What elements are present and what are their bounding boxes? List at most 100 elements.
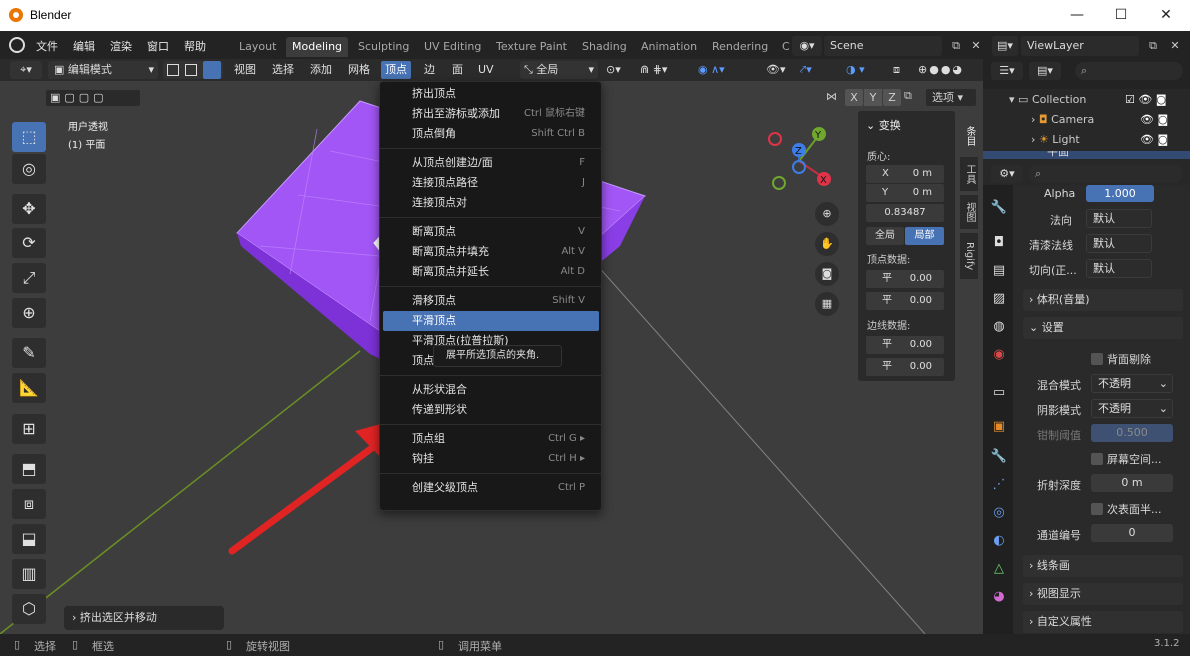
transform-orientation-dropdown[interactable]: ⤡ 全局 ▾ <box>520 61 598 79</box>
menu-item[interactable]: 连接顶点对 <box>383 193 599 213</box>
menu-item[interactable]: 连接顶点路径 J <box>383 173 599 193</box>
knife-tool-icon[interactable]: ⬡ <box>12 594 46 624</box>
volume-section-header[interactable]: › 体积(音量) <box>1023 289 1183 311</box>
zoom-icon[interactable]: ⊕ <box>815 202 839 226</box>
light-controls[interactable]: 👁 ◙ <box>1140 133 1168 146</box>
tab-animation[interactable]: Animation <box>635 37 703 57</box>
tangent-field[interactable]: 默认 <box>1086 259 1152 278</box>
tab-sculpting[interactable]: Sculpting <box>352 37 415 57</box>
world-props-icon[interactable]: ◉ <box>988 344 1010 366</box>
navigation-gizmo[interactable]: Y Z X <box>762 125 842 205</box>
menu-item[interactable]: 断离顶点并延长 Alt D <box>383 262 599 282</box>
global-toggle[interactable]: 全局 <box>866 227 904 245</box>
median-x-field[interactable]: X 0 m <box>866 165 944 183</box>
outliner-item-camera[interactable]: › ◘ Camera <box>1031 113 1094 126</box>
material-props-icon[interactable]: ◕ <box>988 586 1010 608</box>
menu-item[interactable]: 断离顶点 V <box>383 222 599 242</box>
measure-tool-icon[interactable]: 📐 <box>12 373 46 403</box>
menu-item[interactable]: 顶点倒角 Shift Ctrl B <box>383 124 599 144</box>
settings-section-header[interactable]: ⌄ 设置 <box>1023 317 1183 339</box>
mode-dropdown[interactable]: ▣ 编辑模式 ▾ <box>48 61 158 79</box>
snap-icon[interactable]: ⋒ ⋕▾ <box>640 61 690 79</box>
viewlayer-field[interactable]: ViewLayer <box>1021 36 1139 56</box>
normal-field[interactable]: 默认 <box>1086 209 1152 228</box>
add-cube-tool-icon[interactable]: ⊞ <box>12 414 46 444</box>
menu-item[interactable]: 钩挂 Ctrl H <box>383 449 599 469</box>
menu-item[interactable]: 从形状混合 <box>383 380 599 400</box>
vertex-select-icon[interactable] <box>167 64 179 76</box>
collection-controls[interactable]: ☑ 👁 ◙ <box>1125 93 1167 106</box>
edge-mean-field-1[interactable]: 平 0.00 <box>866 336 944 354</box>
vertex-mean-field-2[interactable]: 平 0.00 <box>866 292 944 310</box>
last-operator-panel[interactable]: › 挤出选区并移动 <box>64 606 224 630</box>
menu-item[interactable]: 传递到形状 <box>383 400 599 420</box>
grid-view-icon[interactable]: ▦ <box>815 292 839 316</box>
properties-search-input[interactable]: ⌕ <box>1029 165 1183 183</box>
outliner-editor-icon[interactable]: ☰▾ <box>991 62 1023 80</box>
menu-item[interactable]: 挤出至游标或添加 Ctrl 鼠标右键 <box>383 104 599 124</box>
header-menu-face[interactable]: 面 <box>448 61 467 79</box>
mirror-icon[interactable]: ⋈ <box>826 90 840 106</box>
refraction-field[interactable]: 0 m <box>1091 474 1173 492</box>
median-z-field[interactable]: 0.83487 <box>866 204 944 222</box>
menu-file[interactable]: 文件 <box>36 38 58 54</box>
proportional-edit-icon[interactable]: ◉ ∧▾ <box>698 61 748 79</box>
scene-props-icon[interactable]: ◍ <box>988 316 1010 338</box>
close-scene-icon[interactable]: ✕ <box>968 36 984 56</box>
render-props-icon[interactable]: ◘ <box>988 232 1010 254</box>
menu-item[interactable]: 挤出顶点 <box>383 84 599 104</box>
inset-tool-icon[interactable]: ⧈ <box>12 489 46 519</box>
collection-props-icon[interactable]: ▭ <box>988 382 1010 404</box>
clip-slider[interactable]: 0.500 <box>1091 424 1173 442</box>
visibility-icon[interactable]: 👁▾ <box>766 61 796 79</box>
header-menu-vertex[interactable]: 顶点 <box>381 61 411 79</box>
extrude-tool-icon[interactable]: ⬒ <box>12 454 46 484</box>
alpha-slider[interactable]: 1.000 <box>1086 185 1154 202</box>
subsurface-checkbox[interactable] <box>1091 503 1103 515</box>
viewlayer-icon[interactable]: ▤▾ <box>992 36 1018 56</box>
menu-item[interactable]: 平滑顶点 <box>383 311 599 331</box>
view-layer-props-icon[interactable]: ▨ <box>988 288 1010 310</box>
menu-item[interactable]: 顶点组 Ctrl G <box>383 429 599 449</box>
select-mode-buttons[interactable]: ▣▢▢▢ <box>46 90 140 106</box>
screen-space-checkbox[interactable] <box>1091 453 1103 465</box>
blender-menu-icon[interactable] <box>9 37 25 53</box>
scale-tool-icon[interactable]: ⤢ <box>12 263 46 293</box>
menu-window[interactable]: 窗口 <box>147 38 169 54</box>
axis-x-toggle[interactable]: X <box>845 89 863 106</box>
output-props-icon[interactable]: ▤ <box>988 260 1010 282</box>
pass-field[interactable]: 0 <box>1091 524 1173 542</box>
overlay-toggle-icon[interactable]: ◑ ▾ <box>846 61 886 79</box>
blend-dropdown[interactable]: 不透明 ⌄ <box>1091 374 1173 393</box>
tab-texture-paint[interactable]: Texture Paint <box>490 37 573 57</box>
bevel-tool-icon[interactable]: ⬓ <box>12 524 46 554</box>
xray-icon[interactable]: ⧈ <box>893 61 911 79</box>
tab-tool[interactable]: 工具 <box>960 157 978 191</box>
median-y-field[interactable]: Y 0 m <box>866 184 944 202</box>
object-props-icon[interactable]: ▣ <box>988 416 1010 438</box>
constraint-props-icon[interactable]: ◐ <box>988 530 1010 552</box>
tab-shading[interactable]: Shading <box>576 37 633 57</box>
menu-edit[interactable]: 编辑 <box>73 38 95 54</box>
face-select-icon[interactable] <box>203 61 221 79</box>
data-props-icon[interactable]: △ <box>988 558 1010 580</box>
rotate-tool-icon[interactable]: ⟳ <box>12 228 46 258</box>
editor-type-icon[interactable]: ⌖▾ <box>10 61 42 79</box>
tab-item[interactable]: 条目 <box>960 119 978 153</box>
vertex-mean-field-1[interactable]: 平 0.00 <box>866 270 944 288</box>
scene-icon[interactable]: ◉▾ <box>792 36 822 56</box>
move-tool-icon[interactable]: ✥ <box>12 194 46 224</box>
gizmo-toggle-icon[interactable]: ⤤▾ <box>800 61 830 79</box>
edge-mean-field-2[interactable]: 平 0.00 <box>866 358 944 376</box>
outliner-item-plane[interactable]: 平面 <box>983 151 1190 159</box>
header-menu-uv[interactable]: UV <box>474 61 498 79</box>
tool-props-icon[interactable]: 🔧 <box>988 197 1010 219</box>
loop-cut-tool-icon[interactable]: ▥ <box>12 559 46 589</box>
axis-y-toggle[interactable]: Y <box>864 89 882 106</box>
tab-rendering[interactable]: Rendering <box>706 37 774 57</box>
shadow-dropdown[interactable]: 不透明 ⌄ <box>1091 399 1173 418</box>
tab-layout[interactable]: Layout <box>233 37 282 57</box>
header-menu-mesh[interactable]: 网格 <box>344 61 374 79</box>
tab-view[interactable]: 视图 <box>960 195 978 229</box>
outliner-display-icon[interactable]: ▤▾ <box>1029 62 1061 80</box>
